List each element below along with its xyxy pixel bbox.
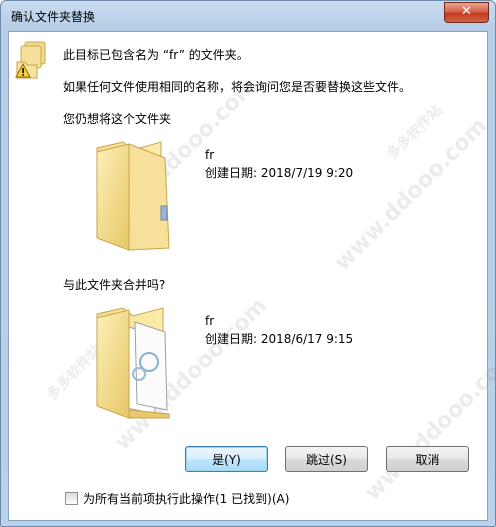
source-folder-name: fr — [205, 148, 215, 162]
watermark: 多多软件站 — [384, 102, 446, 164]
watermark: www.ddooo.com — [330, 113, 493, 276]
message-line-4: 与此文件夹合并吗? — [63, 278, 166, 292]
apply-to-all-row[interactable]: 为所有当前项执行此操作(1 已找到)(A) — [65, 490, 289, 507]
message-line-3: 您仍想将这个文件夹 — [63, 112, 172, 126]
message-line-1: 此目标已包含名为 “fr” 的文件夹。 — [63, 48, 249, 62]
message-line-2: 如果任何文件使用相同的名称，将会询问您是否要替换这些文件。 — [63, 80, 412, 94]
target-folder-date: 创建日期: 2018/6/17 9:15 — [205, 332, 354, 346]
apply-to-all-label[interactable]: 为所有当前项执行此操作(1 已找到)(A) — [83, 492, 289, 506]
title-bar[interactable]: 确认文件夹替换 ✕ — [1, 1, 495, 31]
window-title: 确认文件夹替换 — [11, 10, 96, 24]
dialog-content: www.ddooo.com www.ddooo.com www.ddooo.co… — [8, 31, 495, 521]
yes-button[interactable]: 是(Y) — [185, 446, 268, 472]
target-folder-info: fr 创建日期: 2018/6/17 9:15 — [205, 312, 353, 348]
folder-with-files-icon — [96, 307, 170, 419]
target-folder-name: fr — [205, 314, 215, 328]
cancel-button[interactable]: 取消 — [386, 446, 469, 472]
source-folder-info: fr 创建日期: 2018/7/19 9:20 — [205, 146, 353, 182]
apply-to-all-checkbox[interactable] — [65, 492, 78, 505]
warning-folder-icon — [15, 41, 46, 79]
skip-button[interactable]: 跳过(S) — [285, 446, 368, 472]
folder-icon — [96, 141, 170, 251]
source-folder-date: 创建日期: 2018/7/19 9:20 — [205, 166, 354, 180]
watermark: www.ddooo.com — [360, 343, 496, 506]
close-button[interactable]: ✕ — [444, 2, 489, 23]
dialog-window: 确认文件夹替换 ✕ www.ddooo.com www.ddooo.com ww… — [0, 0, 496, 527]
